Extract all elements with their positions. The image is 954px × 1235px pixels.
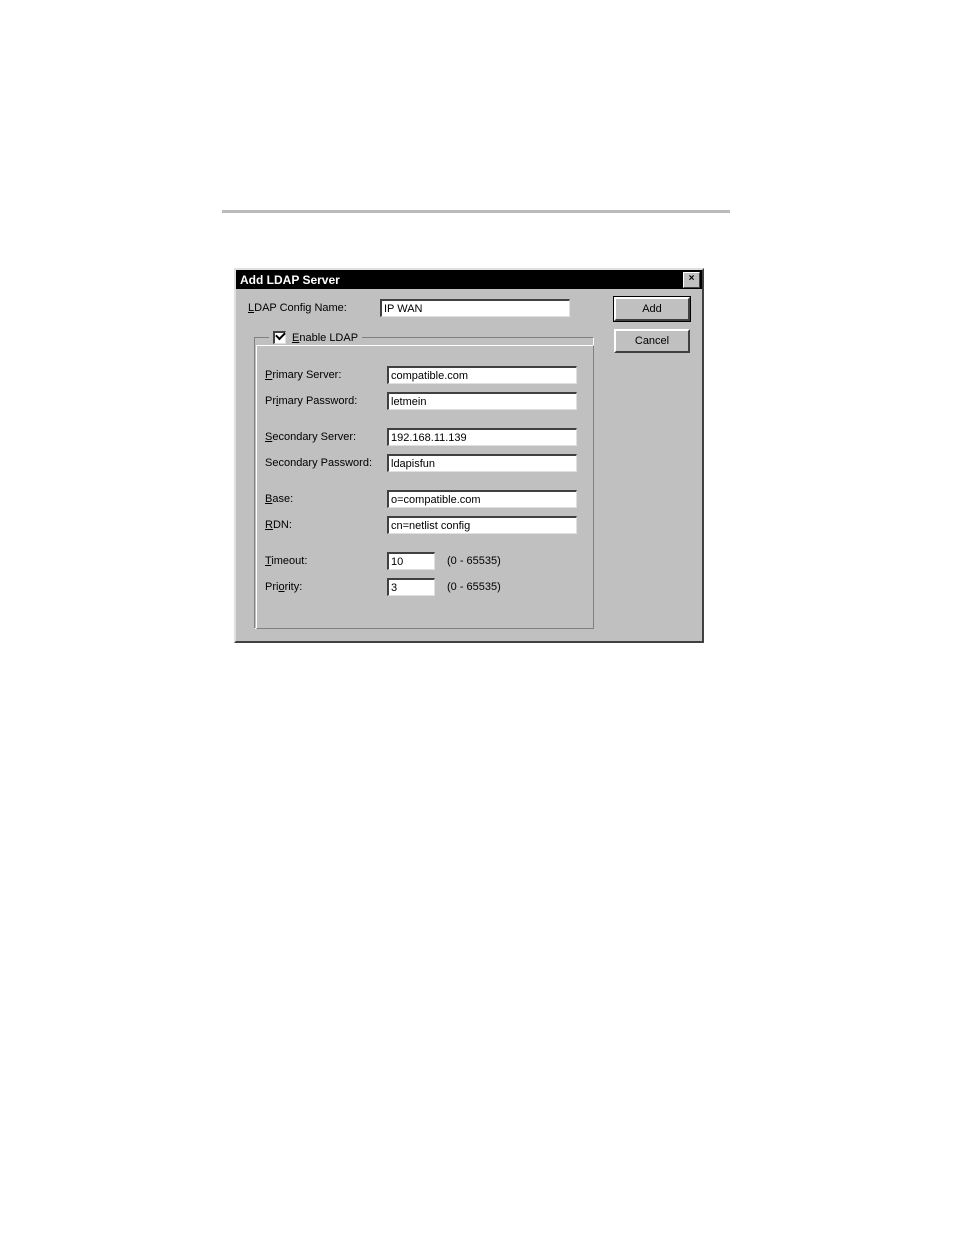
priority-range: (0 - 65535) <box>447 581 501 593</box>
close-button[interactable]: × <box>683 272 700 288</box>
enable-ldap-checkbox[interactable] <box>273 331 286 344</box>
row-secondary-password: Secondary Password: <box>265 454 583 472</box>
timeout-range: (0 - 65535) <box>447 555 501 567</box>
primary-server-input[interactable] <box>387 366 577 384</box>
label-enable-ldap: Enable LDAP <box>292 332 358 344</box>
base-input[interactable] <box>387 490 577 508</box>
close-icon: × <box>689 273 695 284</box>
secondary-server-input[interactable] <box>387 428 577 446</box>
legend-enable-ldap[interactable]: Enable LDAP <box>269 331 362 344</box>
row-timeout: Timeout: (0 - 65535) <box>265 552 583 570</box>
row-secondary-server: Secondary Server: <box>265 428 583 446</box>
config-name-input[interactable] <box>380 299 570 317</box>
rdn-input[interactable] <box>387 516 577 534</box>
row-primary-server: Primary Server: <box>265 366 583 384</box>
dialog-body: LDAP Config Name: Add Cancel Enable LDAP… <box>236 289 702 641</box>
label-priority: Priority: <box>265 581 387 593</box>
dialog-titlebar: Add LDAP Server × <box>236 270 702 289</box>
add-button[interactable]: Add <box>614 297 690 321</box>
label-timeout: Timeout: <box>265 555 387 567</box>
priority-input[interactable] <box>387 578 435 596</box>
row-primary-password: Primary Password: <box>265 392 583 410</box>
secondary-password-input[interactable] <box>387 454 577 472</box>
dialog-button-column: Add Cancel <box>614 297 690 353</box>
label-rdn: RDN: <box>265 519 387 531</box>
label-primary-server: Primary Server: <box>265 369 387 381</box>
label-secondary-server: Secondary Server: <box>265 431 387 443</box>
row-config-name: LDAP Config Name: <box>248 299 570 317</box>
label-secondary-password: Secondary Password: <box>265 457 387 469</box>
timeout-input[interactable] <box>387 552 435 570</box>
row-rdn: RDN: <box>265 516 583 534</box>
row-priority: Priority: (0 - 65535) <box>265 578 583 596</box>
dialog-add-ldap-server: Add LDAP Server × LDAP Config Name: Add … <box>234 268 704 643</box>
label-base: Base: <box>265 493 387 505</box>
label-primary-password: Primary Password: <box>265 395 387 407</box>
cancel-button[interactable]: Cancel <box>614 329 690 353</box>
row-base: Base: <box>265 490 583 508</box>
primary-password-input[interactable] <box>387 392 577 410</box>
label-config-name: LDAP Config Name: <box>248 302 380 314</box>
dialog-title: Add LDAP Server <box>240 273 340 287</box>
page-divider <box>222 210 730 213</box>
group-enable-ldap: Enable LDAP Primary Server: Primary Pass… <box>254 331 594 629</box>
